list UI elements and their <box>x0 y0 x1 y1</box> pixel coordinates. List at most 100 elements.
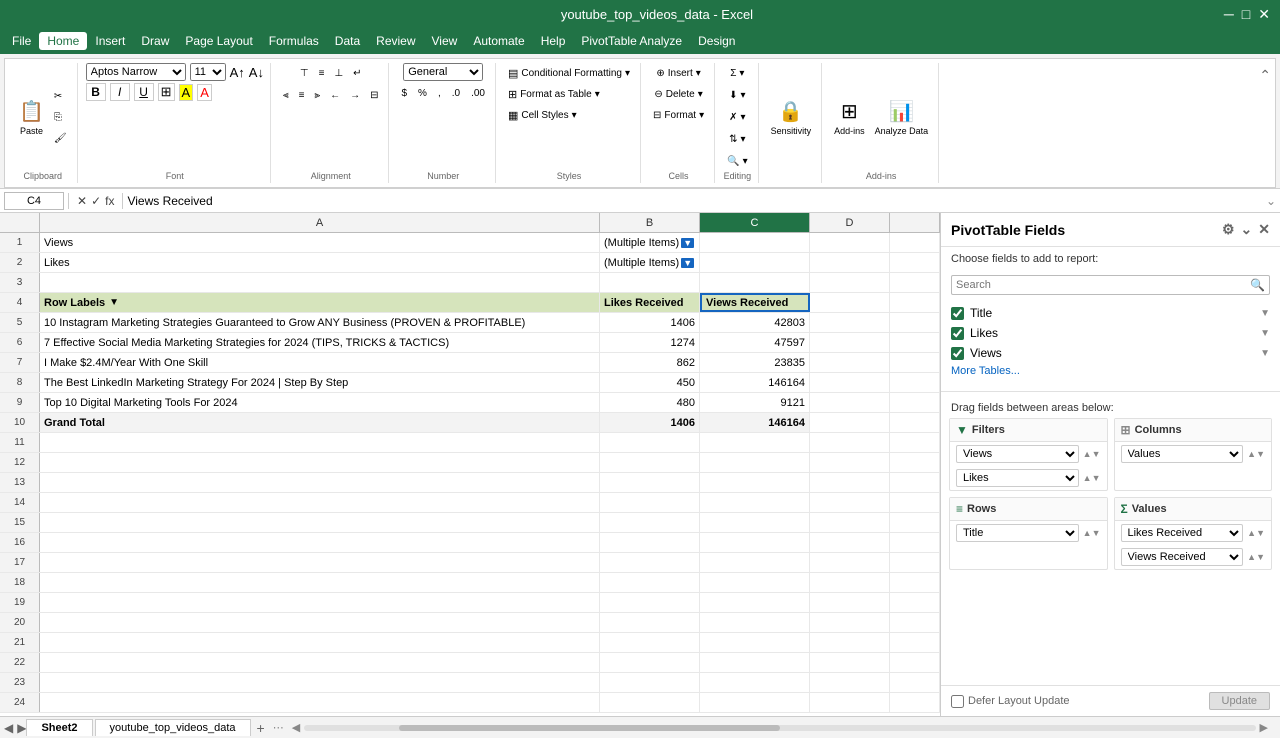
formula-input[interactable] <box>127 192 1261 210</box>
sheet-cell[interactable] <box>810 513 890 532</box>
update-button[interactable]: Update <box>1209 692 1270 710</box>
sheet-cell[interactable] <box>600 533 700 552</box>
confirm-formula-icon[interactable]: ✓ <box>91 194 101 208</box>
pivot-filter-likes-select[interactable]: Likes <box>956 469 1079 487</box>
sheet-cell[interactable] <box>700 553 810 572</box>
menu-automate[interactable]: Automate <box>465 32 532 50</box>
sheet-cell[interactable]: 47597 <box>700 333 810 352</box>
filter-dropdown-icon[interactable]: ▼ <box>681 238 694 248</box>
pivot-collapse-icon[interactable]: ⌄ <box>1241 221 1253 238</box>
border-button[interactable]: ⊞ <box>158 83 175 101</box>
sheet-cell[interactable] <box>40 693 600 712</box>
conditional-formatting-button[interactable]: ▤ Conditional Formatting ▾ <box>504 63 634 83</box>
pivot-field-views-checkbox[interactable] <box>951 347 964 360</box>
number-format-select[interactable]: General <box>403 63 483 81</box>
delete-button[interactable]: ⊖ Delete ▾ <box>650 84 706 104</box>
font-size-select[interactable]: 11 <box>190 63 226 81</box>
sheet-cell[interactable]: Likes <box>40 253 600 272</box>
comma-button[interactable]: , <box>434 83 445 103</box>
menu-design[interactable]: Design <box>690 32 743 50</box>
sheet-cell[interactable] <box>700 693 810 712</box>
minimize-icon[interactable]: ─ <box>1224 6 1234 23</box>
sheet-cell[interactable] <box>810 593 890 612</box>
fill-button[interactable]: ⬇▾ <box>725 85 749 105</box>
col-header-b[interactable]: B <box>600 213 700 232</box>
italic-button[interactable]: I <box>110 83 130 101</box>
sheet-cell[interactable] <box>40 593 600 612</box>
pivot-close-icon[interactable]: ✕ <box>1258 221 1270 238</box>
pivot-column-values-select[interactable]: Values <box>1121 445 1244 463</box>
align-middle-button[interactable]: ≡ <box>315 63 329 83</box>
addins-button[interactable]: ⊞ Add-ins <box>830 90 869 144</box>
pivot-filter-views-select[interactable]: Views <box>956 445 1079 463</box>
sheet-cell[interactable] <box>810 413 890 432</box>
sheet-cell[interactable] <box>700 253 810 272</box>
col-header-c[interactable]: C <box>700 213 810 232</box>
insert-function-icon[interactable]: fx <box>105 194 114 208</box>
menu-home[interactable]: Home <box>39 32 87 50</box>
sheet-cell[interactable]: Row Labels▼ <box>40 293 600 312</box>
sheet-cell[interactable] <box>810 373 890 392</box>
sheet-cell[interactable] <box>700 653 810 672</box>
font-color-button[interactable]: A <box>197 84 212 101</box>
menu-formulas[interactable]: Formulas <box>261 32 327 50</box>
sheet-cell[interactable]: 146164 <box>700 373 810 392</box>
sheet-cell[interactable] <box>40 453 600 472</box>
sheet-cell[interactable] <box>600 653 700 672</box>
pivot-filter-likes-arrows[interactable]: ▲▼ <box>1083 473 1101 483</box>
analyze-data-button[interactable]: 📊 Analyze Data <box>871 90 933 144</box>
sheet-cell[interactable]: 862 <box>600 353 700 372</box>
align-center-button[interactable]: ≡ <box>295 85 309 105</box>
sheet-cell[interactable] <box>40 573 600 592</box>
decimal-decrease-button[interactable]: .00 <box>467 83 489 103</box>
align-top-button[interactable]: ⊤ <box>296 63 313 83</box>
menu-data[interactable]: Data <box>327 32 368 50</box>
maximize-icon[interactable]: □ <box>1242 6 1250 23</box>
sheet-cell[interactable]: I Make $2.4M/Year With One Skill <box>40 353 600 372</box>
pivot-field-title-checkbox[interactable] <box>951 307 964 320</box>
format-button[interactable]: ⊟ Format ▾ <box>649 105 708 125</box>
sheet-cell[interactable] <box>810 233 890 252</box>
sheet-cell[interactable] <box>700 233 810 252</box>
sheet-cell[interactable] <box>700 473 810 492</box>
sheet-cell[interactable] <box>810 333 890 352</box>
underline-button[interactable]: U <box>134 83 154 101</box>
menu-view[interactable]: View <box>424 32 466 50</box>
sheet-cell[interactable]: Grand Total <box>40 413 600 432</box>
font-decrease-icon[interactable]: A↓ <box>249 65 264 80</box>
cell-reference-input[interactable] <box>4 192 64 210</box>
align-right-button[interactable]: ⫸ <box>310 85 324 105</box>
sheet-cell[interactable] <box>600 273 700 292</box>
sheet-cell[interactable] <box>40 493 600 512</box>
pivot-row-title-arrows[interactable]: ▲▼ <box>1083 528 1101 538</box>
sheet-cell[interactable]: 1274 <box>600 333 700 352</box>
scroll-left-icon[interactable]: ◀ <box>292 721 300 734</box>
sheet-cell[interactable] <box>600 493 700 512</box>
horizontal-scroll-thumb[interactable] <box>399 725 780 731</box>
menu-pivottable-analyze[interactable]: PivotTable Analyze <box>573 32 690 50</box>
sheet-cell[interactable] <box>700 533 810 552</box>
sheet-cell[interactable] <box>40 673 600 692</box>
sheet-cell[interactable] <box>600 453 700 472</box>
sheet-cell[interactable] <box>600 593 700 612</box>
sheet-cell[interactable] <box>810 313 890 332</box>
sheet-cell[interactable] <box>700 633 810 652</box>
sheet-cell[interactable] <box>810 253 890 272</box>
pivot-row-title-select[interactable]: Title <box>956 524 1079 542</box>
sheet-cell[interactable] <box>600 553 700 572</box>
sheet-cell[interactable] <box>40 433 600 452</box>
sheet-cell[interactable] <box>810 553 890 572</box>
sheet-cell[interactable]: 1406 <box>600 413 700 432</box>
pivot-settings-icon[interactable]: ⚙ <box>1222 221 1235 238</box>
sum-button[interactable]: Σ▾ <box>726 63 748 83</box>
sheet-cell[interactable]: 7 Effective Social Media Marketing Strat… <box>40 333 600 352</box>
sheet-cell[interactable] <box>810 433 890 452</box>
clear-button[interactable]: ✗▾ <box>725 107 749 127</box>
sheet-cell[interactable]: 146164 <box>700 413 810 432</box>
sheet-cell[interactable] <box>700 513 810 532</box>
formula-expand-icon[interactable]: ⌄ <box>1266 194 1276 208</box>
sheet-cell[interactable] <box>600 433 700 452</box>
align-left-button[interactable]: ⫷ <box>279 85 293 105</box>
sheet-cell[interactable] <box>810 633 890 652</box>
sheet-tab-data[interactable]: youtube_top_videos_data <box>95 719 251 736</box>
